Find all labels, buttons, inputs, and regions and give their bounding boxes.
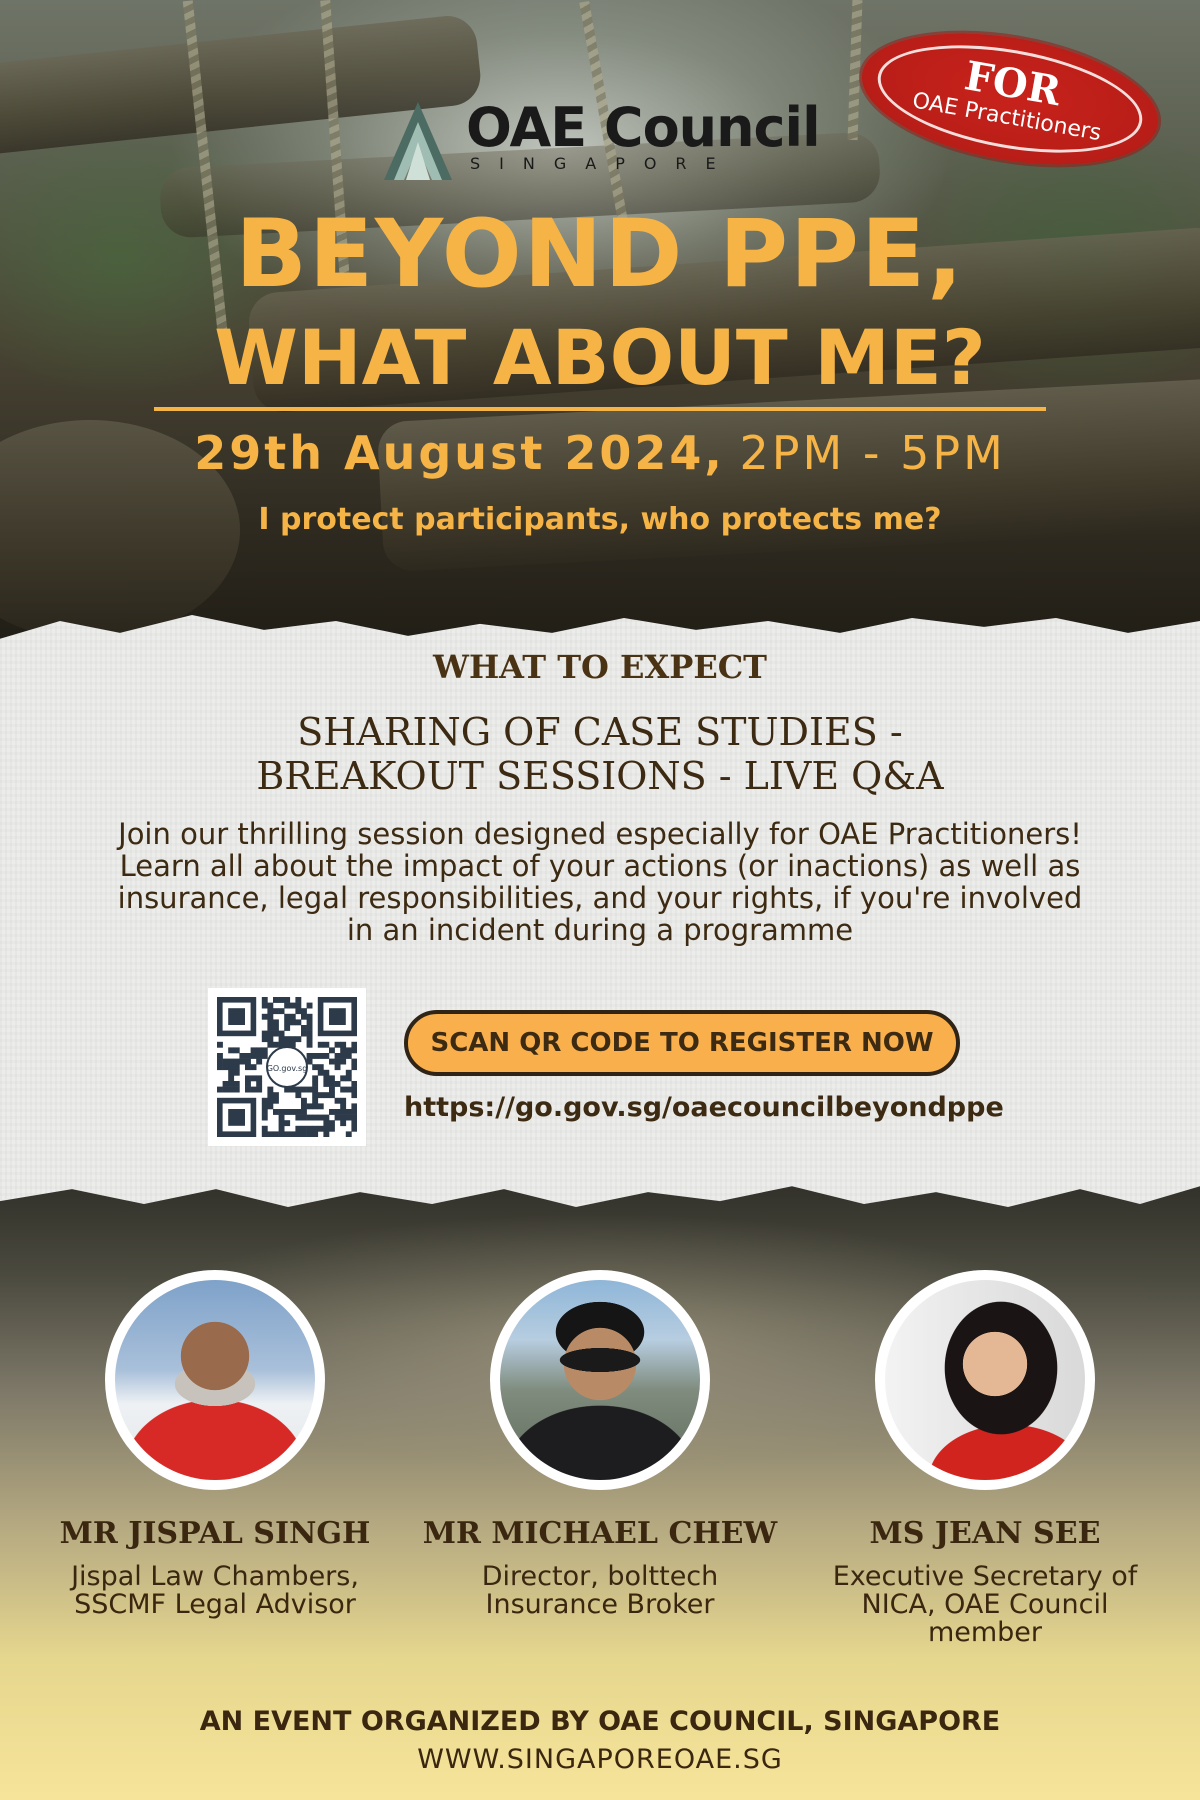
- speaker-role: Executive Secretary of NICA, OAE Council…: [832, 1561, 1138, 1648]
- logo-org-sub: SINGAPORE: [470, 154, 735, 173]
- speaker-name: MS JEAN SEE: [869, 1516, 1101, 1551]
- event-datetime: 29th August 2024, 2PM - 5PM: [0, 424, 1200, 482]
- website-link[interactable]: WWW.SINGAPOREOAE.SG: [0, 1744, 1200, 1775]
- event-description: Join our thrilling session designed espe…: [117, 817, 1083, 947]
- speaker-card: MS JEAN SEE Executive Secretary of NICA,…: [795, 1270, 1175, 1647]
- qr-finder-pattern: [228, 1109, 245, 1126]
- event-date: 29th August 2024,: [194, 426, 725, 480]
- qr-code-graphic: GO.gov.sg: [217, 997, 357, 1137]
- mountain-logo-icon: [384, 102, 452, 180]
- speaker-photo: [875, 1270, 1095, 1490]
- qr-center-label: GO.gov.sg: [267, 1064, 308, 1073]
- registration-qr-code[interactable]: GO.gov.sg: [208, 988, 366, 1146]
- speaker-role: Director, bolttech Insurance Broker: [481, 1561, 719, 1620]
- formats-line1: SHARING OF CASE STUDIES -: [297, 710, 903, 754]
- formats-line2: BREAKOUT SESSIONS - LIVE Q&A: [256, 754, 944, 798]
- speaker-photo: [105, 1270, 325, 1490]
- qr-finder-pattern: [329, 1008, 346, 1025]
- event-title-line1: BEYOND PPE,: [235, 200, 965, 309]
- title-divider: [154, 407, 1046, 411]
- speaker-name: MR JISPAL SINGH: [59, 1516, 371, 1551]
- organizer-text: AN EVENT ORGANIZED BY OAE COUNCIL, SINGA…: [199, 1706, 1001, 1737]
- speaker-name: MR MICHAEL CHEW: [422, 1516, 778, 1551]
- section-heading: WHAT TO EXPECT: [433, 648, 767, 686]
- session-formats: SHARING OF CASE STUDIES - BREAKOUT SESSI…: [0, 710, 1200, 798]
- speaker-photo: [490, 1270, 710, 1490]
- event-title-line2: WHAT ABOUT ME?: [214, 313, 986, 402]
- oae-council-logo: OAE Council SINGAPORE: [382, 96, 821, 182]
- speaker-role: Jispal Law Chambers, SSCMF Legal Advisor: [71, 1561, 359, 1620]
- register-link[interactable]: https://go.gov.sg/oaecouncilbeyondppe: [404, 1092, 1004, 1123]
- register-button[interactable]: SCAN QR CODE TO REGISTER NOW: [404, 1010, 960, 1076]
- event-tagline: I protect participants, who protects me?: [258, 502, 942, 537]
- speaker-card: MR MICHAEL CHEW Director, bolttech Insur…: [410, 1270, 790, 1619]
- event-time: 2PM - 5PM: [739, 426, 1006, 480]
- qr-finder-pattern: [228, 1008, 245, 1025]
- logo-org-name: OAE Council: [466, 96, 821, 159]
- speaker-card: MR JISPAL SINGH Jispal Law Chambers, SSC…: [25, 1270, 405, 1619]
